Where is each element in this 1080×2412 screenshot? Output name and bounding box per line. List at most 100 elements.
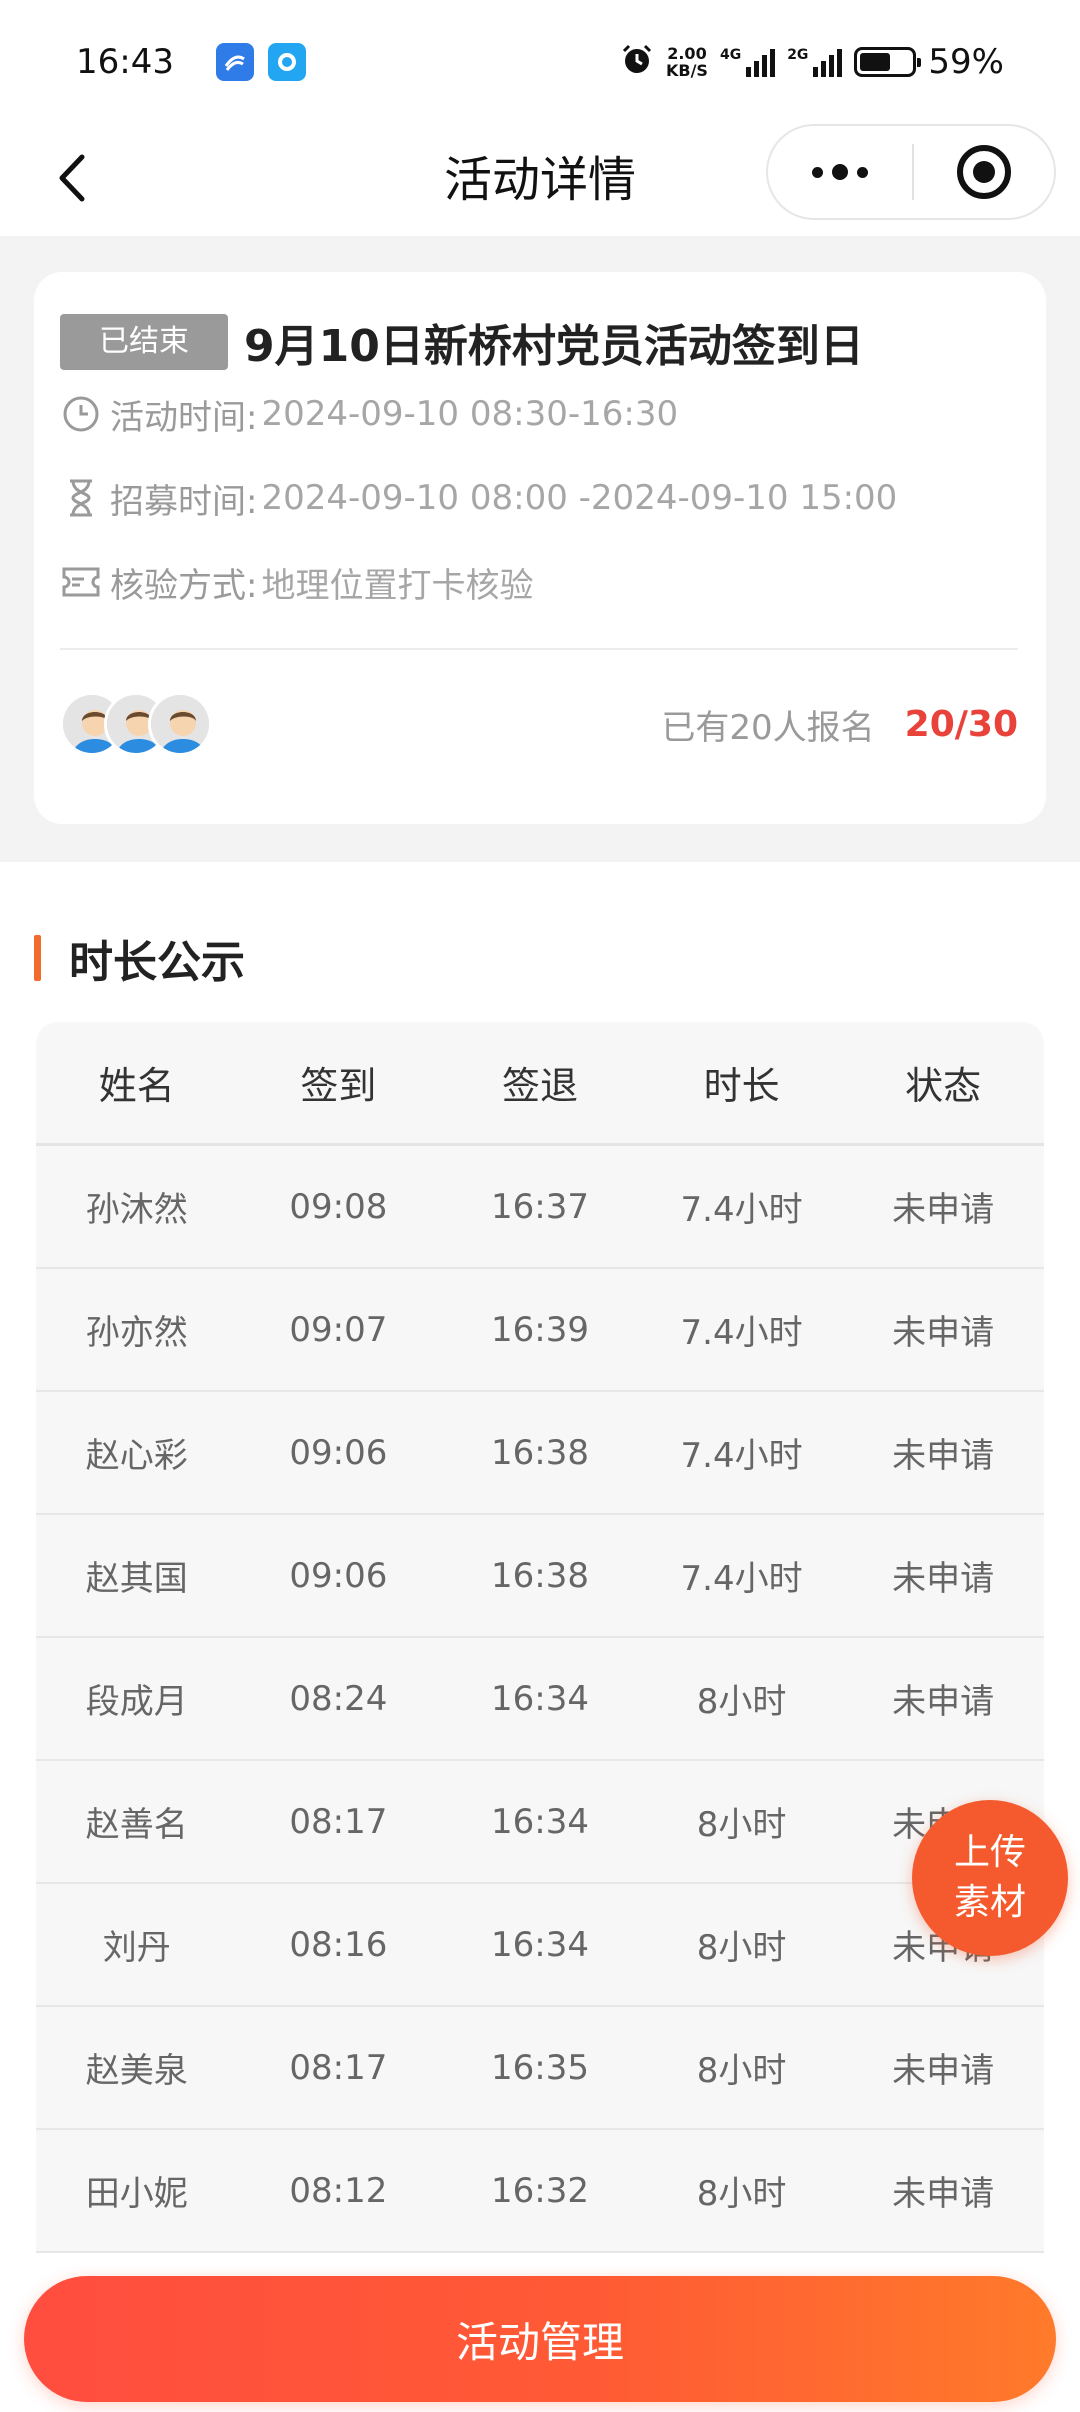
header-checkin: 签到 xyxy=(300,1064,377,1108)
more-dot-icon xyxy=(857,166,868,178)
status-badge: 已结束 xyxy=(60,314,228,370)
cell-name: 刘丹 xyxy=(102,1928,171,1968)
section-header: 时长公示 xyxy=(34,926,245,990)
cell-name: 孙亦然 xyxy=(85,1313,188,1353)
table-row: 孙亦然 09:07 16:39 7.4小时 未申请 xyxy=(36,1269,1044,1392)
cell-checkin: 08:24 xyxy=(289,1678,388,1719)
recruit-time-value: 2024-09-10 08:00 -2024-09-10 15:00 xyxy=(261,478,898,518)
cell-checkout: 16:38 xyxy=(490,1555,589,1596)
signal-4g-label: 4G xyxy=(719,47,742,63)
upload-label-line1: 上传 xyxy=(953,1832,1026,1873)
upload-label-line2: 素材 xyxy=(953,1882,1026,1923)
battery-icon xyxy=(854,47,922,77)
cell-checkin: 09:07 xyxy=(289,1309,388,1350)
signup-count: 20/30 xyxy=(904,703,1018,745)
net-speed-value: 2.00 xyxy=(667,44,707,63)
table-row: 刘丹 08:16 16:34 8小时 未申请 xyxy=(36,1884,1044,2007)
status-time: 16:43 xyxy=(76,42,174,82)
verify-method-row: 核验方式: 地理位置打卡核验 xyxy=(60,540,1018,624)
close-miniprogram-button[interactable] xyxy=(914,126,1054,218)
header-name: 姓名 xyxy=(98,1064,175,1108)
activity-manage-button[interactable]: 活动管理 xyxy=(24,2276,1056,2402)
cell-duration: 7.4小时 xyxy=(680,1436,803,1476)
header-checkout: 签退 xyxy=(501,1064,578,1108)
messenger-app-icon xyxy=(267,43,306,81)
cell-duration: 7.4小时 xyxy=(680,1559,803,1599)
cell-status: 未申请 xyxy=(892,2174,995,2214)
cell-checkout: 16:32 xyxy=(490,2170,589,2211)
cell-name: 孙沐然 xyxy=(85,1190,188,1230)
cell-checkin: 08:12 xyxy=(289,2170,388,2211)
battery-percent: 59% xyxy=(928,42,1004,82)
cell-checkout: 16:37 xyxy=(490,1186,589,1227)
cell-checkout: 16:39 xyxy=(490,1309,589,1350)
table-row: 孙沐然 09:08 16:37 7.4小时 未申请 xyxy=(36,1146,1044,1269)
activity-info-card: 已结束 9月10日新桥村党员活动签到日 活动时间: 2024-09-10 08:… xyxy=(34,272,1046,824)
activity-time-row: 活动时间: 2024-09-10 08:30-16:30 xyxy=(60,372,1018,456)
table-header-row: 姓名 签到 签退 时长 状态 xyxy=(36,1022,1044,1146)
cell-duration: 8小时 xyxy=(696,2051,787,2091)
header-status: 状态 xyxy=(905,1064,982,1108)
participant-avatars[interactable] xyxy=(60,692,212,756)
more-button[interactable] xyxy=(768,126,912,218)
mini-program-capsule xyxy=(766,124,1056,220)
cell-name: 赵善名 xyxy=(85,1805,188,1845)
status-bar: 16:43 2.00 KB/S 4G 2G 59% xyxy=(0,0,1080,124)
cell-name: 赵心彩 xyxy=(85,1436,188,1476)
cell-checkin: 09:08 xyxy=(289,1186,388,1227)
signup-row: 已有20人报名 20/30 xyxy=(60,650,1018,798)
net-speed: 2.00 KB/S xyxy=(666,45,708,79)
cell-duration: 8小时 xyxy=(696,1682,787,1722)
cell-duration: 8小时 xyxy=(696,1805,787,1845)
more-dot-icon xyxy=(812,166,823,178)
ticket-icon xyxy=(60,561,102,603)
hourglass-icon xyxy=(60,477,102,519)
alarm-icon xyxy=(620,43,654,81)
table-row: 赵其国 09:06 16:38 7.4小时 未申请 xyxy=(36,1515,1044,1638)
duration-section: 时长公示 姓名 签到 签退 时长 状态 孙沐然 09:08 16:37 7.4小… xyxy=(0,862,1080,2412)
cell-status: 未申请 xyxy=(892,2051,995,2091)
activity-title-row: 已结束 9月10日新桥村党员活动签到日 xyxy=(60,312,1018,372)
cell-checkout: 16:38 xyxy=(490,1432,589,1473)
cell-name: 段成月 xyxy=(85,1682,188,1722)
signal-2g-icon: 2G xyxy=(787,47,843,77)
cell-checkout: 16:35 xyxy=(490,2047,589,2088)
cell-name: 田小妮 xyxy=(85,2174,188,2214)
cell-checkin: 08:17 xyxy=(289,2047,388,2088)
recruit-time-row: 招募时间: 2024-09-10 08:00 -2024-09-10 15:00 xyxy=(60,456,1018,540)
verify-method-label: 核验方式: xyxy=(110,565,258,606)
cell-name: 赵美泉 xyxy=(85,2051,188,2091)
cell-status: 未申请 xyxy=(892,1682,995,1722)
table-row: 赵心彩 09:06 16:38 7.4小时 未申请 xyxy=(36,1392,1044,1515)
section-title: 时长公示 xyxy=(69,937,245,988)
cell-name: 赵其国 xyxy=(85,1559,188,1599)
cell-checkin: 08:16 xyxy=(289,1924,388,1965)
more-dot-icon xyxy=(832,164,848,180)
status-indicators: 2.00 KB/S 4G 2G 59% xyxy=(620,42,1004,82)
cell-checkout: 16:34 xyxy=(490,1801,589,1842)
table-row: 赵善名 08:17 16:34 8小时 未申请 xyxy=(36,1761,1044,1884)
signal-4g-icon: 4G xyxy=(719,47,776,77)
activity-title: 9月10日新桥村党员活动签到日 xyxy=(244,321,864,372)
cell-status: 未申请 xyxy=(892,1190,995,1230)
cell-duration: 8小时 xyxy=(696,2174,787,2214)
browser-app-icon xyxy=(215,43,254,81)
avatar xyxy=(148,692,212,756)
status-app-icons xyxy=(215,43,306,81)
recruit-time-label: 招募时间: xyxy=(110,481,258,522)
verify-method-value: 地理位置打卡核验 xyxy=(261,565,534,606)
battery-level xyxy=(860,53,890,71)
clock-icon xyxy=(60,393,102,435)
cell-status: 未申请 xyxy=(892,1559,995,1599)
cell-checkin: 08:17 xyxy=(289,1801,388,1842)
duration-table: 姓名 签到 签退 时长 状态 孙沐然 09:08 16:37 7.4小时 未申请… xyxy=(36,1022,1044,2253)
signup-text: 已有20人报名 xyxy=(661,707,875,748)
table-row: 段成月 08:24 16:34 8小时 未申请 xyxy=(36,1638,1044,1761)
cell-duration: 7.4小时 xyxy=(680,1190,803,1230)
upload-material-button[interactable]: 上传 素材 xyxy=(912,1800,1068,1956)
cell-duration: 7.4小时 xyxy=(680,1313,803,1353)
section-accent-bar xyxy=(34,935,41,981)
cell-checkout: 16:34 xyxy=(490,1678,589,1719)
activity-time-value: 2024-09-10 08:30-16:30 xyxy=(261,394,679,434)
cell-checkout: 16:34 xyxy=(490,1924,589,1965)
